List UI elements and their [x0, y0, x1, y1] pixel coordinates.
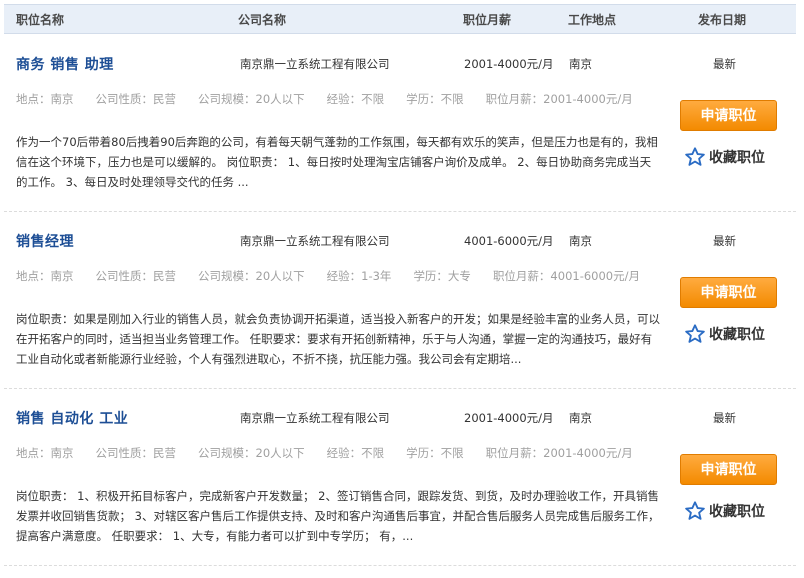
meta-experience: 经验：不限: [326, 92, 385, 106]
meta-education: 学历：不限: [406, 446, 464, 460]
apply-button[interactable]: 申请职位: [680, 277, 777, 308]
job-date: 最新: [713, 57, 736, 71]
apply-button[interactable]: 申请职位: [680, 100, 777, 131]
job-meta: 地点：南京 公司性质：民营 公司规模：20人以下 经验：1-3年 学历：大专 职位月薪：4…: [16, 267, 666, 286]
job-title-link[interactable]: 商务 销售 助理: [16, 54, 114, 74]
job-description: 岗位职责： 1、积极开拓目标客户，完成新客户开发数量； 2、签订销售合同，跟踪发…: [16, 489, 660, 543]
job-company: 南京鼎一立系统工程有限公司: [240, 57, 390, 71]
star-icon: [685, 147, 705, 166]
favorite-label: 收藏职位: [709, 327, 765, 343]
job-location: 南京: [569, 234, 592, 248]
job-salary: 2001-4000元/月: [464, 411, 554, 425]
job-date: 最新: [713, 411, 736, 425]
meta-salary: 职位月薪：4001-6000元/月: [492, 269, 640, 283]
job-company: 南京鼎一立系统工程有限公司: [240, 234, 390, 248]
job-salary: 2001-4000元/月: [464, 57, 554, 71]
meta-place: 地点：南京: [16, 92, 74, 106]
meta-scale: 公司规模：20人以下: [198, 92, 305, 106]
job-item: 销售 自动化 工业 南京鼎一立系统工程有限公司 2001-4000元/月 南京 …: [0, 388, 804, 565]
job-meta: 地点：南京 公司性质：民营 公司规模：20人以下 经验：不限 学历：不限 职位月薪：200…: [16, 444, 666, 463]
job-item: 商务 销售 助理 南京鼎一立系统工程有限公司 2001-4000元/月 南京 最…: [0, 34, 804, 211]
meta-nature: 公司性质：民营: [95, 92, 177, 106]
favorite-button[interactable]: 收藏职位: [684, 323, 765, 345]
header-title: 职位名称: [16, 13, 65, 27]
star-icon: [685, 324, 705, 343]
job-description: 作为一个70后带着80后拽着90后奔跑的公司，有着每天朝气蓬勃的工作氛围，每天都…: [16, 135, 658, 189]
favorite-label: 收藏职位: [709, 150, 765, 166]
meta-experience: 经验：1-3年: [326, 269, 392, 283]
header-salary: 职位月薪: [463, 13, 512, 27]
job-location: 南京: [569, 411, 592, 425]
apply-button[interactable]: 申请职位: [680, 454, 777, 485]
meta-scale: 公司规模：20人以下: [198, 269, 305, 283]
meta-salary: 职位月薪：2001-4000元/月: [485, 446, 633, 460]
job-location: 南京: [569, 57, 592, 71]
header-location: 工作地点: [568, 13, 617, 27]
star-icon: [685, 501, 705, 520]
job-description: 岗位职责：如果是刚加入行业的销售人员，就会负责协调开拓渠道，适当投入新客户的开发…: [16, 312, 660, 366]
job-meta: 地点：南京 公司性质：民营 公司规模：20人以下 经验：不限 学历：不限 职位月薪：200…: [16, 90, 666, 109]
meta-place: 地点：南京: [16, 446, 74, 460]
meta-experience: 经验：不限: [326, 446, 385, 460]
favorite-button[interactable]: 收藏职位: [684, 146, 765, 168]
meta-nature: 公司性质：民营: [95, 446, 177, 460]
job-title-link[interactable]: 销售 自动化 工业: [16, 408, 128, 428]
meta-nature: 公司性质：民营: [95, 269, 177, 283]
favorite-label: 收藏职位: [709, 504, 765, 520]
favorite-button[interactable]: 收藏职位: [684, 500, 765, 522]
list-header: 职位名称 公司名称 职位月薪 工作地点 发布日期: [4, 4, 796, 34]
job-date: 最新: [713, 234, 736, 248]
meta-scale: 公司规模：20人以下: [198, 446, 305, 460]
meta-education: 学历：不限: [406, 92, 464, 106]
meta-place: 地点：南京: [16, 269, 74, 283]
job-title-link[interactable]: 销售经理: [16, 231, 74, 251]
header-date: 发布日期: [698, 13, 747, 27]
job-salary: 4001-6000元/月: [464, 234, 554, 248]
job-company: 南京鼎一立系统工程有限公司: [240, 411, 390, 425]
meta-education: 学历：大专: [413, 269, 471, 283]
divider: [4, 565, 796, 566]
job-item: 销售经理 南京鼎一立系统工程有限公司 4001-6000元/月 南京 最新 地点…: [0, 211, 804, 388]
header-company: 公司名称: [238, 13, 287, 27]
meta-salary: 职位月薪：2001-4000元/月: [485, 92, 633, 106]
